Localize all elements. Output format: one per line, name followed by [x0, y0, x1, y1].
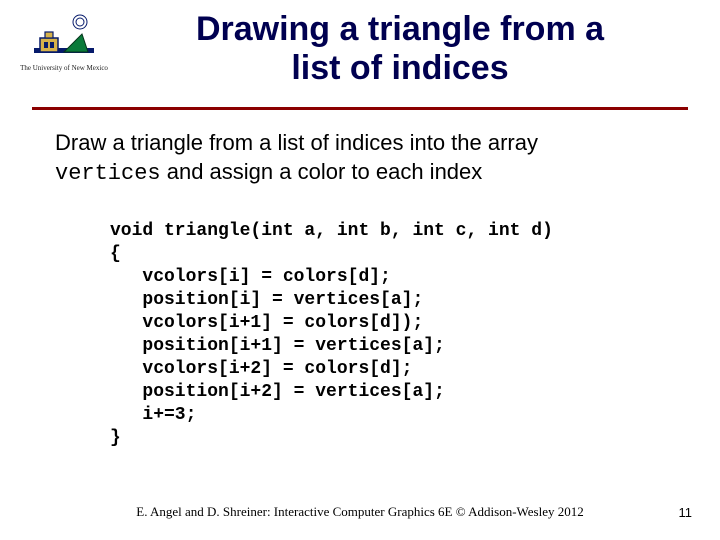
logo-caption: The University of New Mexico — [18, 64, 110, 72]
footer: E. Angel and D. Shreiner: Interactive Co… — [0, 504, 720, 520]
slide: The University of New Mexico Drawing a t… — [0, 0, 720, 540]
slide-title: Drawing a triangle from a list of indice… — [110, 10, 690, 88]
description-text: Draw a triangle from a list of indices i… — [55, 128, 680, 188]
footer-attribution: E. Angel and D. Shreiner: Interactive Co… — [0, 504, 720, 520]
university-logo: The University of New Mexico — [18, 12, 110, 72]
slide-body: Draw a triangle from a list of indices i… — [55, 128, 680, 450]
desc-part2: and assign a color to each index — [161, 159, 483, 184]
desc-part1: Draw a triangle from a list of indices i… — [55, 130, 538, 155]
unm-logo-icon — [34, 12, 94, 61]
desc-mono: vertices — [55, 161, 161, 186]
page-number: 11 — [679, 505, 693, 520]
title-line1: Drawing a triangle from a — [196, 10, 604, 48]
code-block: void triangle(int a, int b, int c, int d… — [110, 220, 680, 450]
title-line2: list of indices — [291, 49, 508, 87]
title-underline — [32, 107, 688, 110]
